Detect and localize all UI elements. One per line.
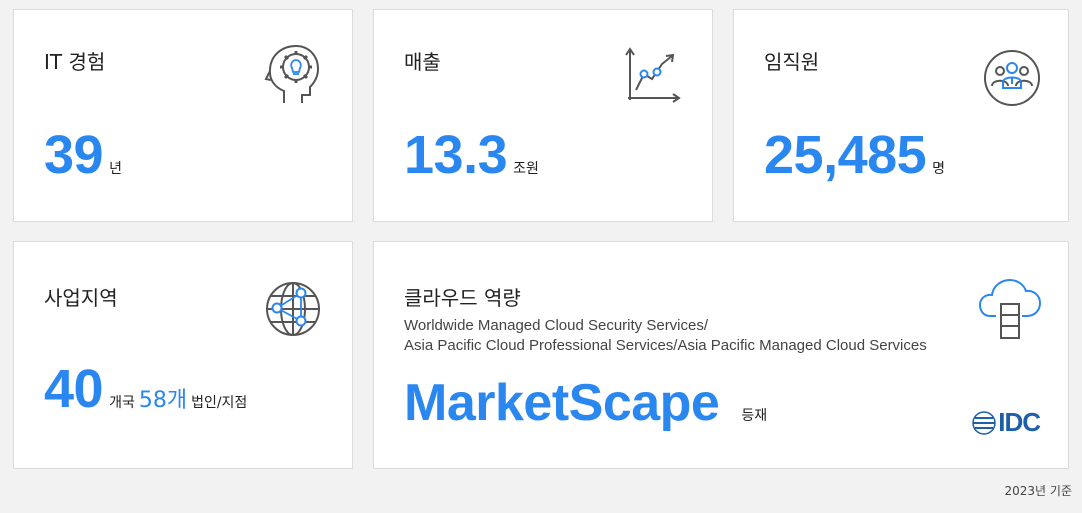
sales-stat: 13.3 조원 [404, 128, 539, 182]
marketscape-unit: 등재 [741, 408, 768, 424]
sales-value: 13.3 [404, 125, 508, 185]
footnote-basis-year: 2023년 기준 [1004, 484, 1072, 498]
employees-stat: 25,485 명 [764, 128, 945, 182]
cloud-subtitle: Worldwide Managed Cloud Security Service… [404, 316, 927, 356]
card-title: IT 경험 [44, 50, 106, 74]
cloud-subtitle-line2: Asia Pacific Cloud Professional Services… [404, 337, 927, 354]
people-group-icon [984, 50, 1040, 106]
it-years-unit: 년 [109, 161, 122, 177]
sales-unit: 조원 [513, 161, 539, 177]
it-years-value: 39 [44, 125, 104, 185]
employees-unit: 명 [932, 161, 946, 177]
branches-unit: 법인/지점 [191, 395, 248, 411]
card-title: 사업지역 [44, 286, 118, 310]
countries-value: 40 [44, 359, 104, 419]
region-stat: 40 개국 58개 법인/지점 [44, 362, 247, 416]
growth-chart-icon [625, 47, 681, 103]
card-title: 매출 [404, 50, 441, 74]
cloud-capability-card: 클라우드 역량 Worldwide Managed Cloud Security… [373, 241, 1069, 469]
globe-network-icon [266, 282, 320, 336]
sales-card: 매출 13.3 조원 [373, 9, 713, 222]
card-title: 클라우드 역량 [404, 286, 521, 310]
idc-globe-mark [972, 410, 996, 435]
head-gear-bulb-icon [264, 44, 320, 103]
marketscape-headline: MarketScape 등재 [404, 377, 767, 429]
employees-value: 25,485 [764, 125, 927, 185]
cloud-server-icon [978, 278, 1042, 339]
branches-value: 58개 [138, 388, 188, 413]
cloud-subtitle-line1: Worldwide Managed Cloud Security Service… [404, 317, 709, 334]
business-region-card: 사업지역 40 개국 58개 법인/지점 [13, 241, 353, 469]
marketscape-word: MarketScape [404, 374, 720, 432]
card-title: 임직원 [764, 50, 820, 74]
it-experience-card: IT 경험 39 년 [13, 9, 353, 222]
countries-unit: 개국 [109, 395, 135, 411]
it-experience-stat: 39 년 [44, 128, 122, 182]
idc-logo: IDC [972, 407, 1041, 438]
idc-logo-text: IDC [998, 407, 1041, 437]
employees-card: 임직원 25,485 명 [733, 9, 1069, 222]
